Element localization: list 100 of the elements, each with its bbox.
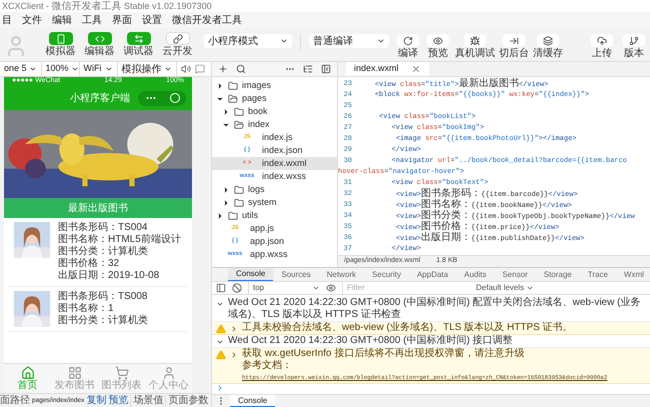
folder-icon (228, 80, 238, 90)
status-link[interactable]: 复制 (86, 393, 106, 407)
levels-select[interactable]: Default levels (476, 282, 534, 294)
scene-button[interactable]: 场景值 (133, 393, 164, 407)
book-card[interactable]: 图书条形码：TS004 图书名称：HTML5前端设计 图书分类：计算机类 图书价格：32 出版日期：2019-10-08 (8, 218, 188, 287)
console-group-title: Wed Oct 21 2020 14:22:30 GMT+0800 (中国标准时间) 接口调整 (228, 335, 513, 347)
sound-icon[interactable] (180, 64, 191, 74)
devtools-tab[interactable]: Storage (536, 268, 580, 281)
folder-icon (234, 106, 244, 116)
mode-toggle[interactable]: 调试器 (122, 32, 155, 59)
collapse-icon[interactable] (216, 338, 224, 346)
device-select[interactable]: one 5 (0, 62, 42, 76)
caret-icon (28, 65, 37, 73)
filter-field[interactable]: Filter (342, 282, 462, 294)
refresh-icon (403, 36, 413, 46)
mode-select[interactable]: 小程序模式 (204, 34, 292, 48)
mode-toggle[interactable]: 云开发 (161, 32, 194, 59)
toolbar-action[interactable]: 清缓存 (531, 32, 565, 61)
warning-icon (216, 350, 226, 360)
prompt-icon (216, 384, 224, 392)
collapse-icon[interactable] (303, 64, 313, 74)
devtools-tab[interactable]: Sources (273, 268, 319, 281)
console-group-title: Wed Oct 21 2020 14:22:30 GMT+0800 (中国标准时间) 配置中关闭合法域名、web-view (业务域名)、TLS 版本以及 HTTPS 证书检查 (228, 297, 642, 321)
book-field: 图书名称：1 (58, 303, 148, 315)
network-select[interactable]: WiFi (80, 62, 118, 76)
devtools-tab[interactable]: Trace (580, 268, 616, 281)
tree-item[interactable]: utils (212, 209, 337, 222)
panel-icon[interactable] (321, 64, 331, 74)
tree-item[interactable]: book (212, 105, 337, 118)
layers-icon (543, 36, 553, 46)
expand-icon[interactable] (230, 351, 238, 359)
menu-item[interactable]: 设置 (142, 12, 162, 28)
tree-item[interactable]: images (212, 79, 337, 92)
devtools-tab[interactable]: Sensor (494, 268, 536, 281)
folder-icon (228, 94, 238, 104)
zoom-select[interactable]: 100% (42, 62, 80, 76)
devtools-tab[interactable]: AppData (408, 268, 456, 281)
compile-select[interactable]: 普通编译 (309, 34, 389, 48)
mode-toggle[interactable]: 编辑器 (83, 32, 116, 59)
caret-icon (312, 284, 320, 292)
grid-icon (68, 366, 82, 380)
book-field: 出版日期：2019-10-08 (58, 270, 181, 282)
collapse-icon[interactable] (216, 300, 224, 308)
caret-icon (526, 284, 534, 292)
arrows-icon (134, 34, 144, 44)
tree-item[interactable]: system (212, 196, 337, 209)
toolbar-action[interactable]: 真机调试 (453, 32, 497, 61)
menu-item[interactable]: 目 (2, 12, 12, 28)
sidebar-icon[interactable] (216, 283, 226, 293)
mode-toggle[interactable]: 模拟器 (44, 32, 77, 59)
book-field: 图书分类：计算机类 (58, 315, 148, 327)
context-select[interactable]: top (248, 282, 320, 294)
clear-icon[interactable] (232, 283, 242, 293)
params-button[interactable]: 页面参数 (168, 393, 208, 407)
capsule-button[interactable] (138, 90, 186, 106)
window-title: XCXClient - 微信开发者工具 Stable v1.02.1907300 (0, 0, 650, 12)
status-link[interactable]: 预览 (108, 393, 128, 407)
toolbar-action[interactable]: 切后台 (497, 32, 531, 61)
menu-item[interactable]: 编辑 (52, 12, 72, 28)
editor-tab[interactable]: index.wxml (346, 62, 429, 76)
cloud-upload-icon (597, 36, 607, 46)
toolbar-action[interactable]: 编译 (393, 32, 423, 61)
drawer-tab[interactable]: Console (230, 395, 276, 407)
message-icon[interactable] (194, 64, 205, 74)
doc-label: 参考文档： (242, 360, 293, 372)
arrow-to-line-icon (509, 36, 519, 46)
caret-icon (164, 65, 172, 73)
cart-icon (114, 366, 128, 380)
console-message: 获取 wx.getUserInfo 接口后续将不再出现授权弹窗，请注意升级 (242, 348, 526, 360)
devtools-tab[interactable]: Console (228, 268, 274, 281)
book-field: 图书条形码：TS004 (58, 222, 181, 234)
eye-icon[interactable] (326, 283, 336, 293)
close-icon[interactable] (410, 64, 421, 74)
branch-icon (629, 36, 639, 46)
devtools-tab[interactable]: Wxml (616, 268, 650, 281)
menu-item[interactable]: 文件 (22, 12, 42, 28)
add-icon[interactable] (218, 64, 228, 74)
tree-item[interactable]: pages (212, 92, 337, 105)
tree-item[interactable]: logs (212, 183, 337, 196)
caret-icon (104, 65, 113, 73)
toolbar-action[interactable]: 上传 (590, 32, 614, 61)
devtools-tab[interactable]: Audits (456, 268, 494, 281)
menu-item[interactable]: 工具 (82, 12, 102, 28)
phone-icon (56, 34, 66, 44)
operations-select[interactable]: 模拟操作 (118, 62, 177, 76)
menu-item[interactable]: 微信开发者工具 (172, 12, 242, 28)
expand-icon[interactable] (230, 325, 238, 333)
caret-icon (377, 37, 385, 45)
link-icon (172, 34, 182, 44)
tree-item[interactable]: index (212, 118, 337, 131)
menu-item[interactable]: 界面 (112, 12, 132, 28)
toolbar-action[interactable]: 版本 (622, 32, 646, 61)
book-card[interactable]: 图书条形码：TS008 图书名称：1 图书分类：计算机类 (8, 287, 188, 332)
toolbar-action[interactable]: 预览 (423, 32, 453, 61)
search-icon[interactable] (236, 64, 246, 74)
devtools-tab[interactable]: Security (364, 268, 409, 281)
bug-icon (470, 36, 480, 46)
book-field: 图书分类：计算机类 (58, 246, 181, 258)
devtools-tab[interactable]: Network (318, 268, 364, 281)
book-field: 图书价格：32 (58, 258, 181, 270)
